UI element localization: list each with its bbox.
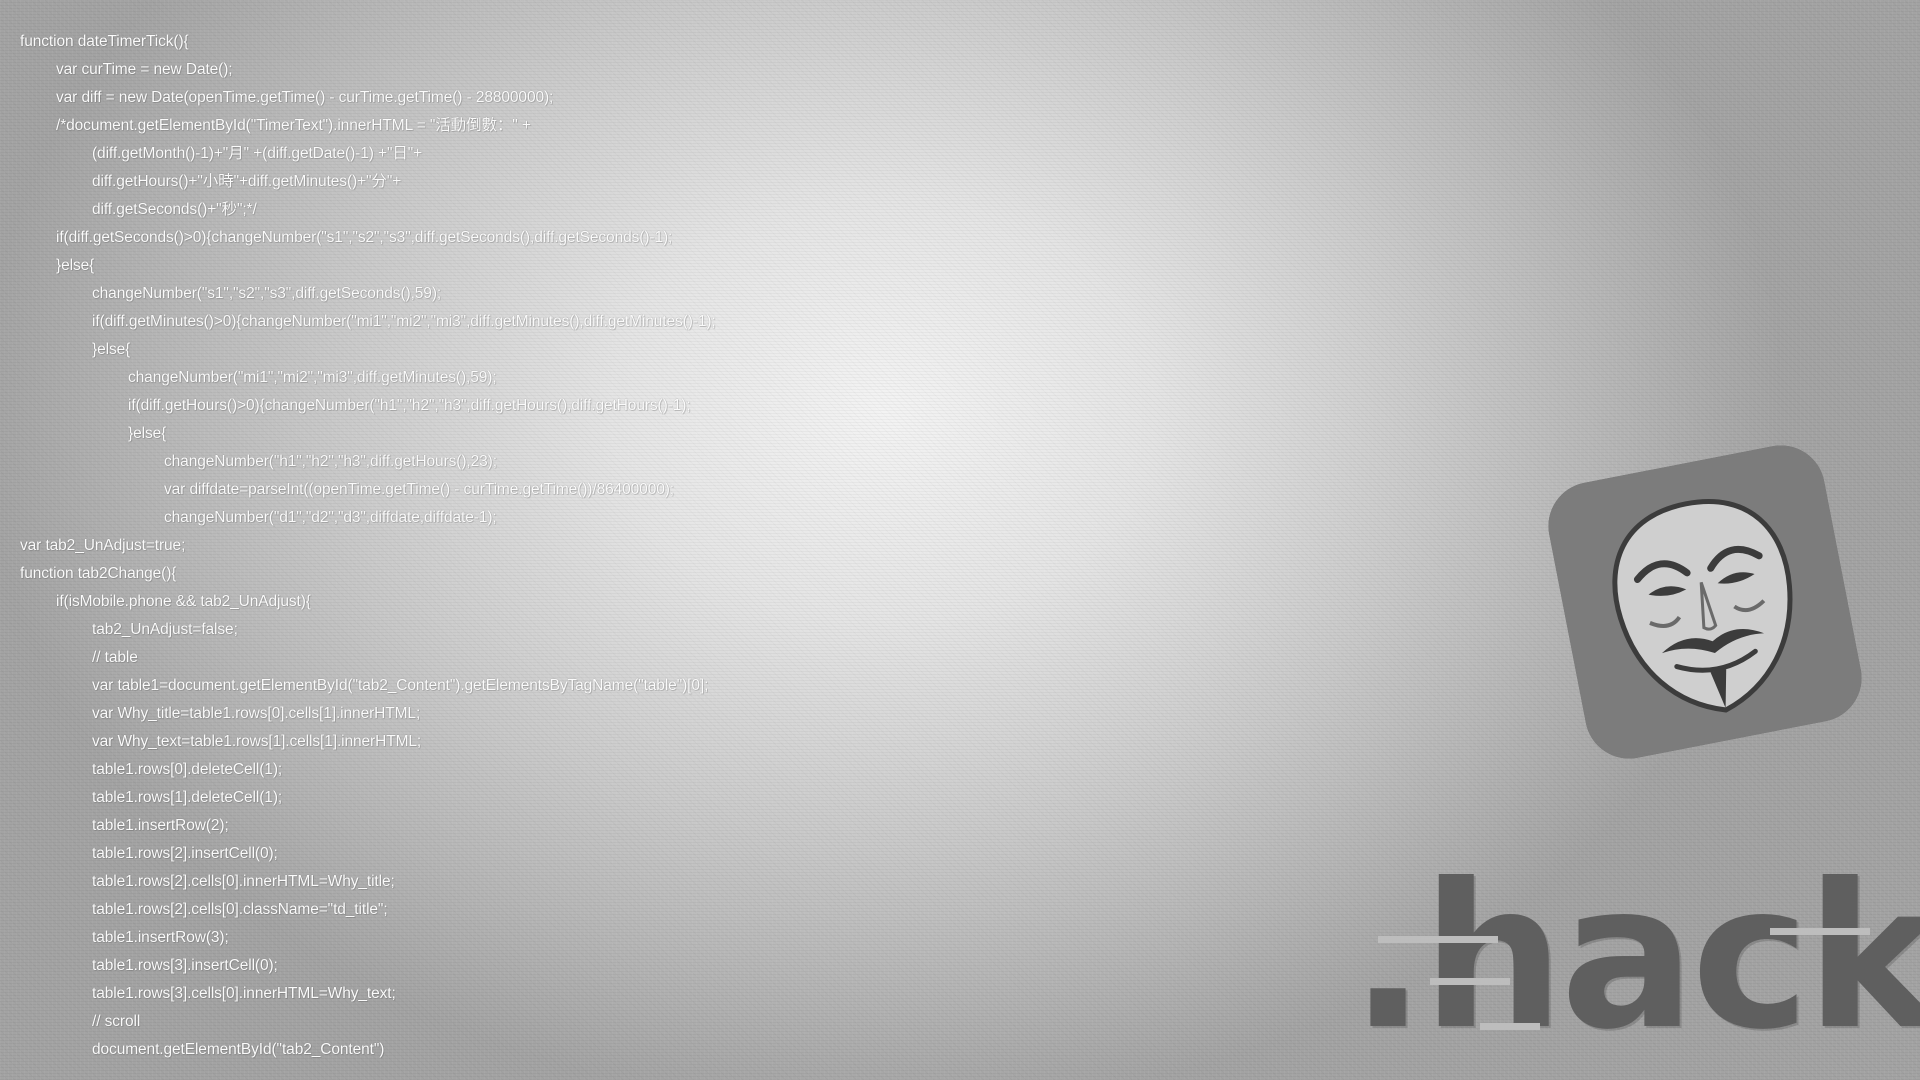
glitch-bar <box>1480 1023 1540 1030</box>
code-line: var Why_text=table1.rows[1].cells[1].inn… <box>92 733 422 750</box>
code-line: table1.rows[0].deleteCell(1); <box>92 761 283 778</box>
code-line: table1.rows[3].insertCell(0); <box>92 957 278 974</box>
code-line: diff.getHours()+"小時"+diff.getMinutes()+"… <box>92 173 402 190</box>
code-line: changeNumber("s1","s2","s3",diff.getSeco… <box>92 285 442 302</box>
code-line: if(isMobile.phone && tab2_UnAdjust){ <box>56 593 311 610</box>
code-line: if(diff.getSeconds()>0){changeNumber("s1… <box>56 229 673 246</box>
code-line: table1.insertRow(3); <box>92 929 229 946</box>
code-snippet: function dateTimerTick(){ var curTime = n… <box>20 28 716 1064</box>
code-line: var diffdate=parseInt((openTime.getTime(… <box>164 481 674 498</box>
code-line: (diff.getMonth()-1)+"月" +(diff.getDate()… <box>92 145 423 162</box>
code-line: changeNumber("mi1","mi2","mi3",diff.getM… <box>128 369 497 386</box>
code-line: // scroll <box>92 1013 141 1030</box>
code-line: table1.rows[2].cells[0].className="td_ti… <box>92 901 388 918</box>
hack-wordmark: .hack <box>1350 841 1920 1078</box>
code-line: if(diff.getMinutes()>0){changeNumber("mi… <box>92 313 716 330</box>
code-line: // table <box>92 649 138 666</box>
code-line: changeNumber("d1","d2","d3",diffdate,dif… <box>164 509 497 526</box>
code-line: }else{ <box>56 257 95 274</box>
mask-logo-icon <box>1540 437 1870 767</box>
code-line: table1.rows[2].insertCell(0); <box>92 845 278 862</box>
code-line: }else{ <box>128 425 167 442</box>
code-line: tab2_UnAdjust=false; <box>92 621 238 638</box>
code-line: var diff = new Date(openTime.getTime() -… <box>56 89 554 106</box>
code-line: table1.rows[1].deleteCell(1); <box>92 789 283 806</box>
code-line: changeNumber("h1","h2","h3",diff.getHour… <box>164 453 497 470</box>
code-line: table1.rows[2].cells[0].innerHTML=Why_ti… <box>92 873 395 890</box>
guy-fawkes-mask-icon <box>1540 437 1870 767</box>
code-line: table1.insertRow(2); <box>92 817 229 834</box>
code-line: document.getElementById("tab2_Content") <box>92 1041 385 1058</box>
glitch-bar <box>1770 928 1870 935</box>
code-line: var curTime = new Date(); <box>56 61 233 78</box>
glitch-bar <box>1430 978 1510 985</box>
glitch-bar <box>1378 936 1498 943</box>
code-line: diff.getSeconds()+"秒";*/ <box>92 201 257 218</box>
hack-wordmark-text: .hack <box>1350 841 1920 1074</box>
code-line: table1.rows[3].cells[0].innerHTML=Why_te… <box>92 985 396 1002</box>
code-line: if(diff.getHours()>0){changeNumber("h1",… <box>128 397 691 414</box>
code-line: var tab2_UnAdjust=true; <box>20 537 186 554</box>
code-line: var Why_title=table1.rows[0].cells[1].in… <box>92 705 421 722</box>
code-line: function dateTimerTick(){ <box>20 33 189 50</box>
code-line: /*document.getElementById("TimerText").i… <box>56 117 531 134</box>
code-line: function tab2Change(){ <box>20 565 177 582</box>
code-line: var table1=document.getElementById("tab2… <box>92 677 709 694</box>
code-line: }else{ <box>92 341 131 358</box>
